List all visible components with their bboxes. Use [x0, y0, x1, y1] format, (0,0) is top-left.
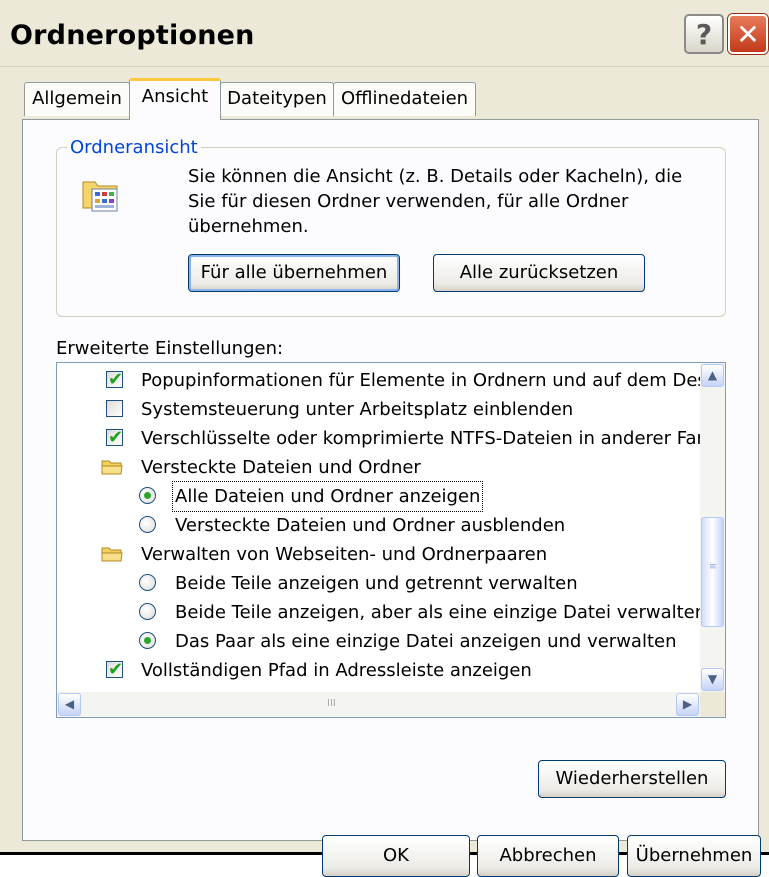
scrollbar-corner — [700, 692, 725, 717]
checkmark-icon: ✔ — [108, 427, 124, 448]
radio-dot — [144, 492, 151, 499]
item-label: Verschlüsselte oder komprimierte NTFS-Da… — [141, 428, 700, 449]
scroll-grip-icon: III — [327, 698, 336, 709]
item-label: Popupinformationen für Elemente in Ordne… — [141, 370, 700, 391]
item-label: Beide Teile anzeigen und getrennt verwal… — [175, 573, 578, 594]
list-group-header: Verwalten von Webseiten- und Ordnerpaare… — [57, 540, 700, 569]
radio-unselected[interactable] — [139, 603, 156, 620]
folder-options-dialog: Ordneroptionen ? ✕ Allgemein Ansicht Dat… — [0, 0, 769, 877]
scroll-down-button[interactable]: ▼ — [701, 668, 724, 691]
close-button[interactable]: ✕ — [728, 14, 768, 54]
checkmark-icon: ✔ — [108, 659, 124, 680]
item-label: Das Paar als eine einzige Datei anzeigen… — [175, 631, 677, 652]
radio-selected[interactable] — [139, 487, 156, 504]
tab-ansicht[interactable]: Ansicht — [129, 78, 221, 120]
ok-button[interactable]: OK — [322, 835, 470, 877]
radio-unselected[interactable] — [139, 574, 156, 591]
list-item[interactable]: Beide Teile anzeigen und getrennt verwal… — [57, 569, 700, 598]
folder-view-description: Sie können die Ansicht (z. B. Details od… — [188, 166, 683, 237]
tab-offlinedateien[interactable]: Offlinedateien — [333, 82, 476, 116]
list-item[interactable]: Beide Teile anzeigen, aber als eine einz… — [57, 598, 700, 627]
list-item[interactable]: Das Paar als eine einzige Datei anzeigen… — [57, 627, 700, 656]
folder-view-legend: Ordneransicht — [67, 137, 201, 158]
apply-to-all-folders-button[interactable]: Für alle übernehmen — [188, 254, 400, 292]
item-label: Vollständigen Pfad in Adressleiste anzei… — [141, 660, 532, 681]
list-group-header: Versteckte Dateien und Ordner — [57, 453, 700, 482]
radio-unselected[interactable] — [139, 516, 156, 533]
tab-allgemein[interactable]: Allgemein — [24, 82, 130, 116]
title-bar[interactable]: Ordneroptionen ? ✕ — [0, 0, 769, 67]
list-item[interactable]: ✔ Vollständigen Pfad in Adressleiste anz… — [57, 656, 700, 685]
scroll-grip-icon: ≡ — [709, 562, 717, 572]
vertical-scroll-thumb[interactable]: ≡ — [701, 517, 724, 627]
list-item[interactable]: Systemsteuerung unter Arbeitsplatz einbl… — [57, 395, 700, 424]
horizontal-scrollbar[interactable]: ◀ III ▶ — [57, 692, 700, 717]
scroll-right-button[interactable]: ▶ — [676, 693, 699, 716]
scroll-left-button[interactable]: ◀ — [58, 693, 81, 716]
advanced-settings-items: ✔ Popupinformationen für Elemente in Ord… — [57, 363, 700, 692]
checkbox-checked[interactable]: ✔ — [106, 427, 123, 448]
restore-defaults-button[interactable]: Wiederherstellen — [538, 760, 726, 798]
item-label: Verwalten von Webseiten- und Ordnerpaare… — [141, 544, 548, 565]
checkbox-unchecked[interactable] — [106, 400, 123, 417]
help-button[interactable]: ? — [684, 14, 724, 54]
advanced-settings-label: Erweiterte Einstellungen: — [56, 338, 284, 359]
item-label: Systemsteuerung unter Arbeitsplatz einbl… — [141, 399, 574, 420]
apply-button[interactable]: Übernehmen — [627, 835, 761, 877]
ansicht-tab-panel: Ordneransicht Sie können die Ansicht (z.… — [22, 119, 759, 841]
radio-dot — [144, 637, 151, 644]
reset-all-folders-button[interactable]: Alle zurücksetzen — [433, 254, 645, 292]
tab-dateitypen[interactable]: Dateitypen — [220, 82, 334, 116]
scroll-up-button[interactable]: ▲ — [701, 364, 724, 387]
item-label: Beide Teile anzeigen, aber als eine einz… — [175, 602, 700, 623]
list-item[interactable]: Versteckte Dateien und Ordner ausblenden — [57, 511, 700, 540]
checkmark-icon: ✔ — [108, 369, 124, 390]
vertical-scrollbar[interactable]: ▲ ≡ ▼ — [700, 363, 725, 692]
radio-selected[interactable] — [139, 632, 156, 649]
item-label: Alle Dateien und Ordner anzeigen — [171, 481, 484, 512]
list-item[interactable]: ✔ Popupinformationen für Elemente in Ord… — [57, 366, 700, 395]
folder-icon — [101, 547, 123, 562]
window-title: Ordneroptionen — [10, 20, 255, 51]
item-label: Versteckte Dateien und Ordner ausblenden — [175, 515, 566, 536]
item-label: Versteckte Dateien und Ordner — [141, 457, 421, 478]
advanced-settings-list[interactable]: ✔ Popupinformationen für Elemente in Ord… — [56, 362, 726, 718]
list-item[interactable]: Alle Dateien und Ordner anzeigen — [57, 481, 700, 512]
checkbox-checked[interactable]: ✔ — [106, 659, 123, 680]
checkbox-checked[interactable]: ✔ — [106, 369, 123, 390]
list-item[interactable]: ✔ Verschlüsselte oder komprimierte NTFS-… — [57, 424, 700, 453]
cancel-button[interactable]: Abbrechen — [477, 835, 619, 877]
folder-view-icon — [82, 181, 118, 212]
folder-icon — [101, 460, 123, 475]
